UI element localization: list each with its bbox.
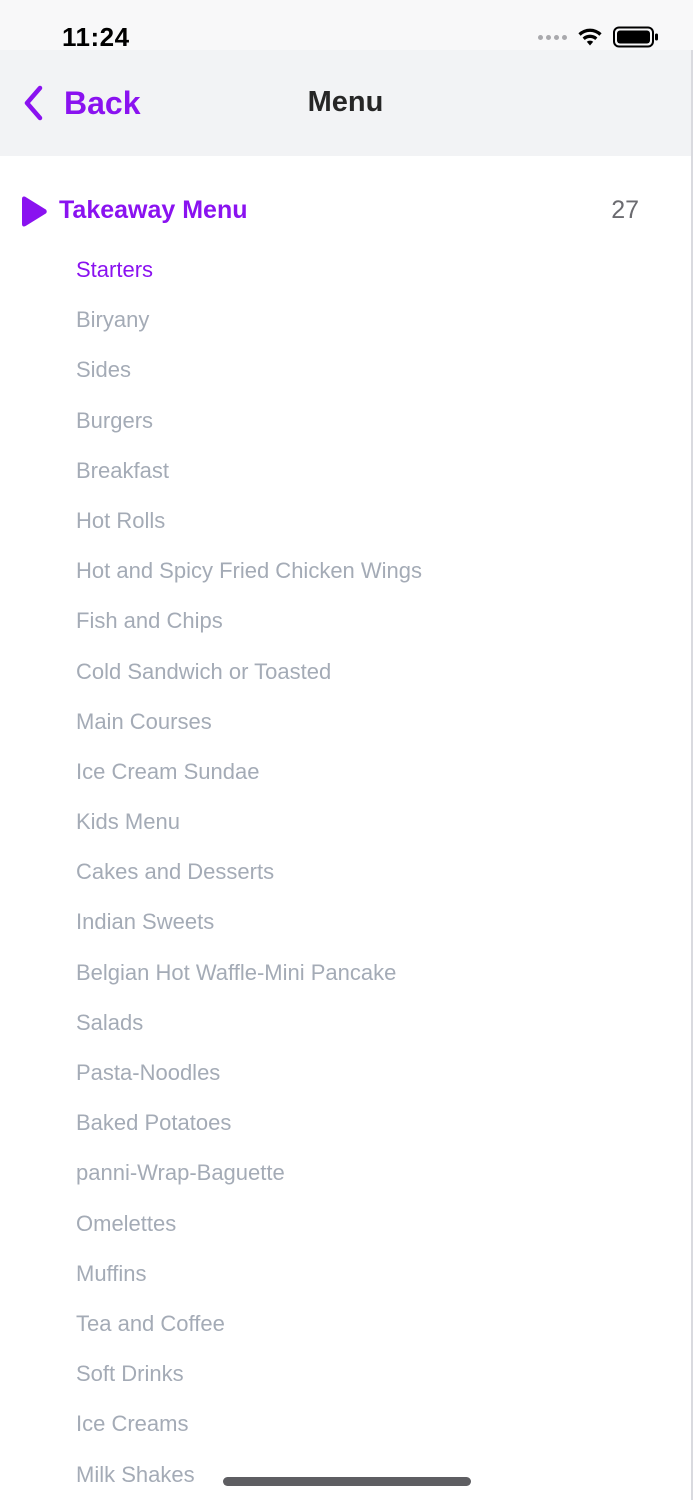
status-icons (538, 26, 659, 48)
status-bar: 11:24 (0, 0, 693, 52)
category-item[interactable]: Hot and Spicy Fried Chicken Wings (76, 552, 656, 602)
menu-content: Takeaway Menu 27 Starters Biryany Sides Bur… (0, 156, 693, 1500)
battery-icon (613, 26, 658, 48)
category-list: Starters Biryany Sides Burgers Breakfast Hot … (76, 251, 656, 1500)
back-button[interactable]: Back (18, 50, 141, 156)
category-item[interactable]: Biryany (76, 301, 656, 351)
category-item[interactable]: Tea and Coffee (76, 1305, 656, 1355)
category-item[interactable]: Burgers (76, 402, 656, 452)
menu-screen: 11:24 Back Menu Takeaway Menu 27 Starter… (0, 0, 693, 1500)
category-item[interactable]: Kids Menu (76, 803, 656, 853)
category-item[interactable]: Ice Creams (76, 1405, 656, 1455)
category-item[interactable]: Belgian Hot Waffle-Mini Pancake (76, 954, 656, 1004)
category-item[interactable]: Omelettes (76, 1205, 656, 1255)
home-indicator[interactable] (223, 1477, 471, 1486)
menu-count: 27 (611, 196, 639, 224)
category-item[interactable]: Main Courses (76, 703, 656, 753)
category-item[interactable]: Starters (76, 251, 656, 301)
menu-name: Takeaway Menu (59, 196, 248, 224)
category-item[interactable]: Baked Potatoes (76, 1104, 656, 1154)
category-item[interactable]: Pasta-Noodles (76, 1054, 656, 1104)
category-item[interactable]: Salads (76, 1004, 656, 1054)
category-item[interactable]: Muffins (76, 1255, 656, 1305)
category-item[interactable]: panni-Wrap-Baguette (76, 1154, 656, 1204)
play-icon (22, 196, 47, 227)
takeaway-menu-header[interactable]: Takeaway Menu 27 (0, 190, 691, 234)
back-label: Back (64, 84, 141, 121)
category-item[interactable]: Ice Cream Sundae (76, 753, 656, 803)
wifi-icon (578, 28, 602, 46)
category-item[interactable]: Indian Sweets (76, 903, 656, 953)
category-item[interactable]: Cold Sandwich or Toasted (76, 653, 656, 703)
category-item[interactable]: Soft Drinks (76, 1355, 656, 1405)
signal-dots-icon (538, 34, 567, 40)
category-item[interactable]: Sides (76, 351, 656, 401)
category-item[interactable]: Cakes and Desserts (76, 853, 656, 903)
status-time: 11:24 (62, 22, 130, 52)
category-item[interactable]: Fish and Chips (76, 602, 656, 652)
category-item[interactable]: Breakfast (76, 452, 656, 502)
chevron-left-icon (24, 85, 43, 121)
category-item[interactable]: Hot Rolls (76, 502, 656, 552)
navigation-bar: Back Menu (0, 50, 693, 156)
